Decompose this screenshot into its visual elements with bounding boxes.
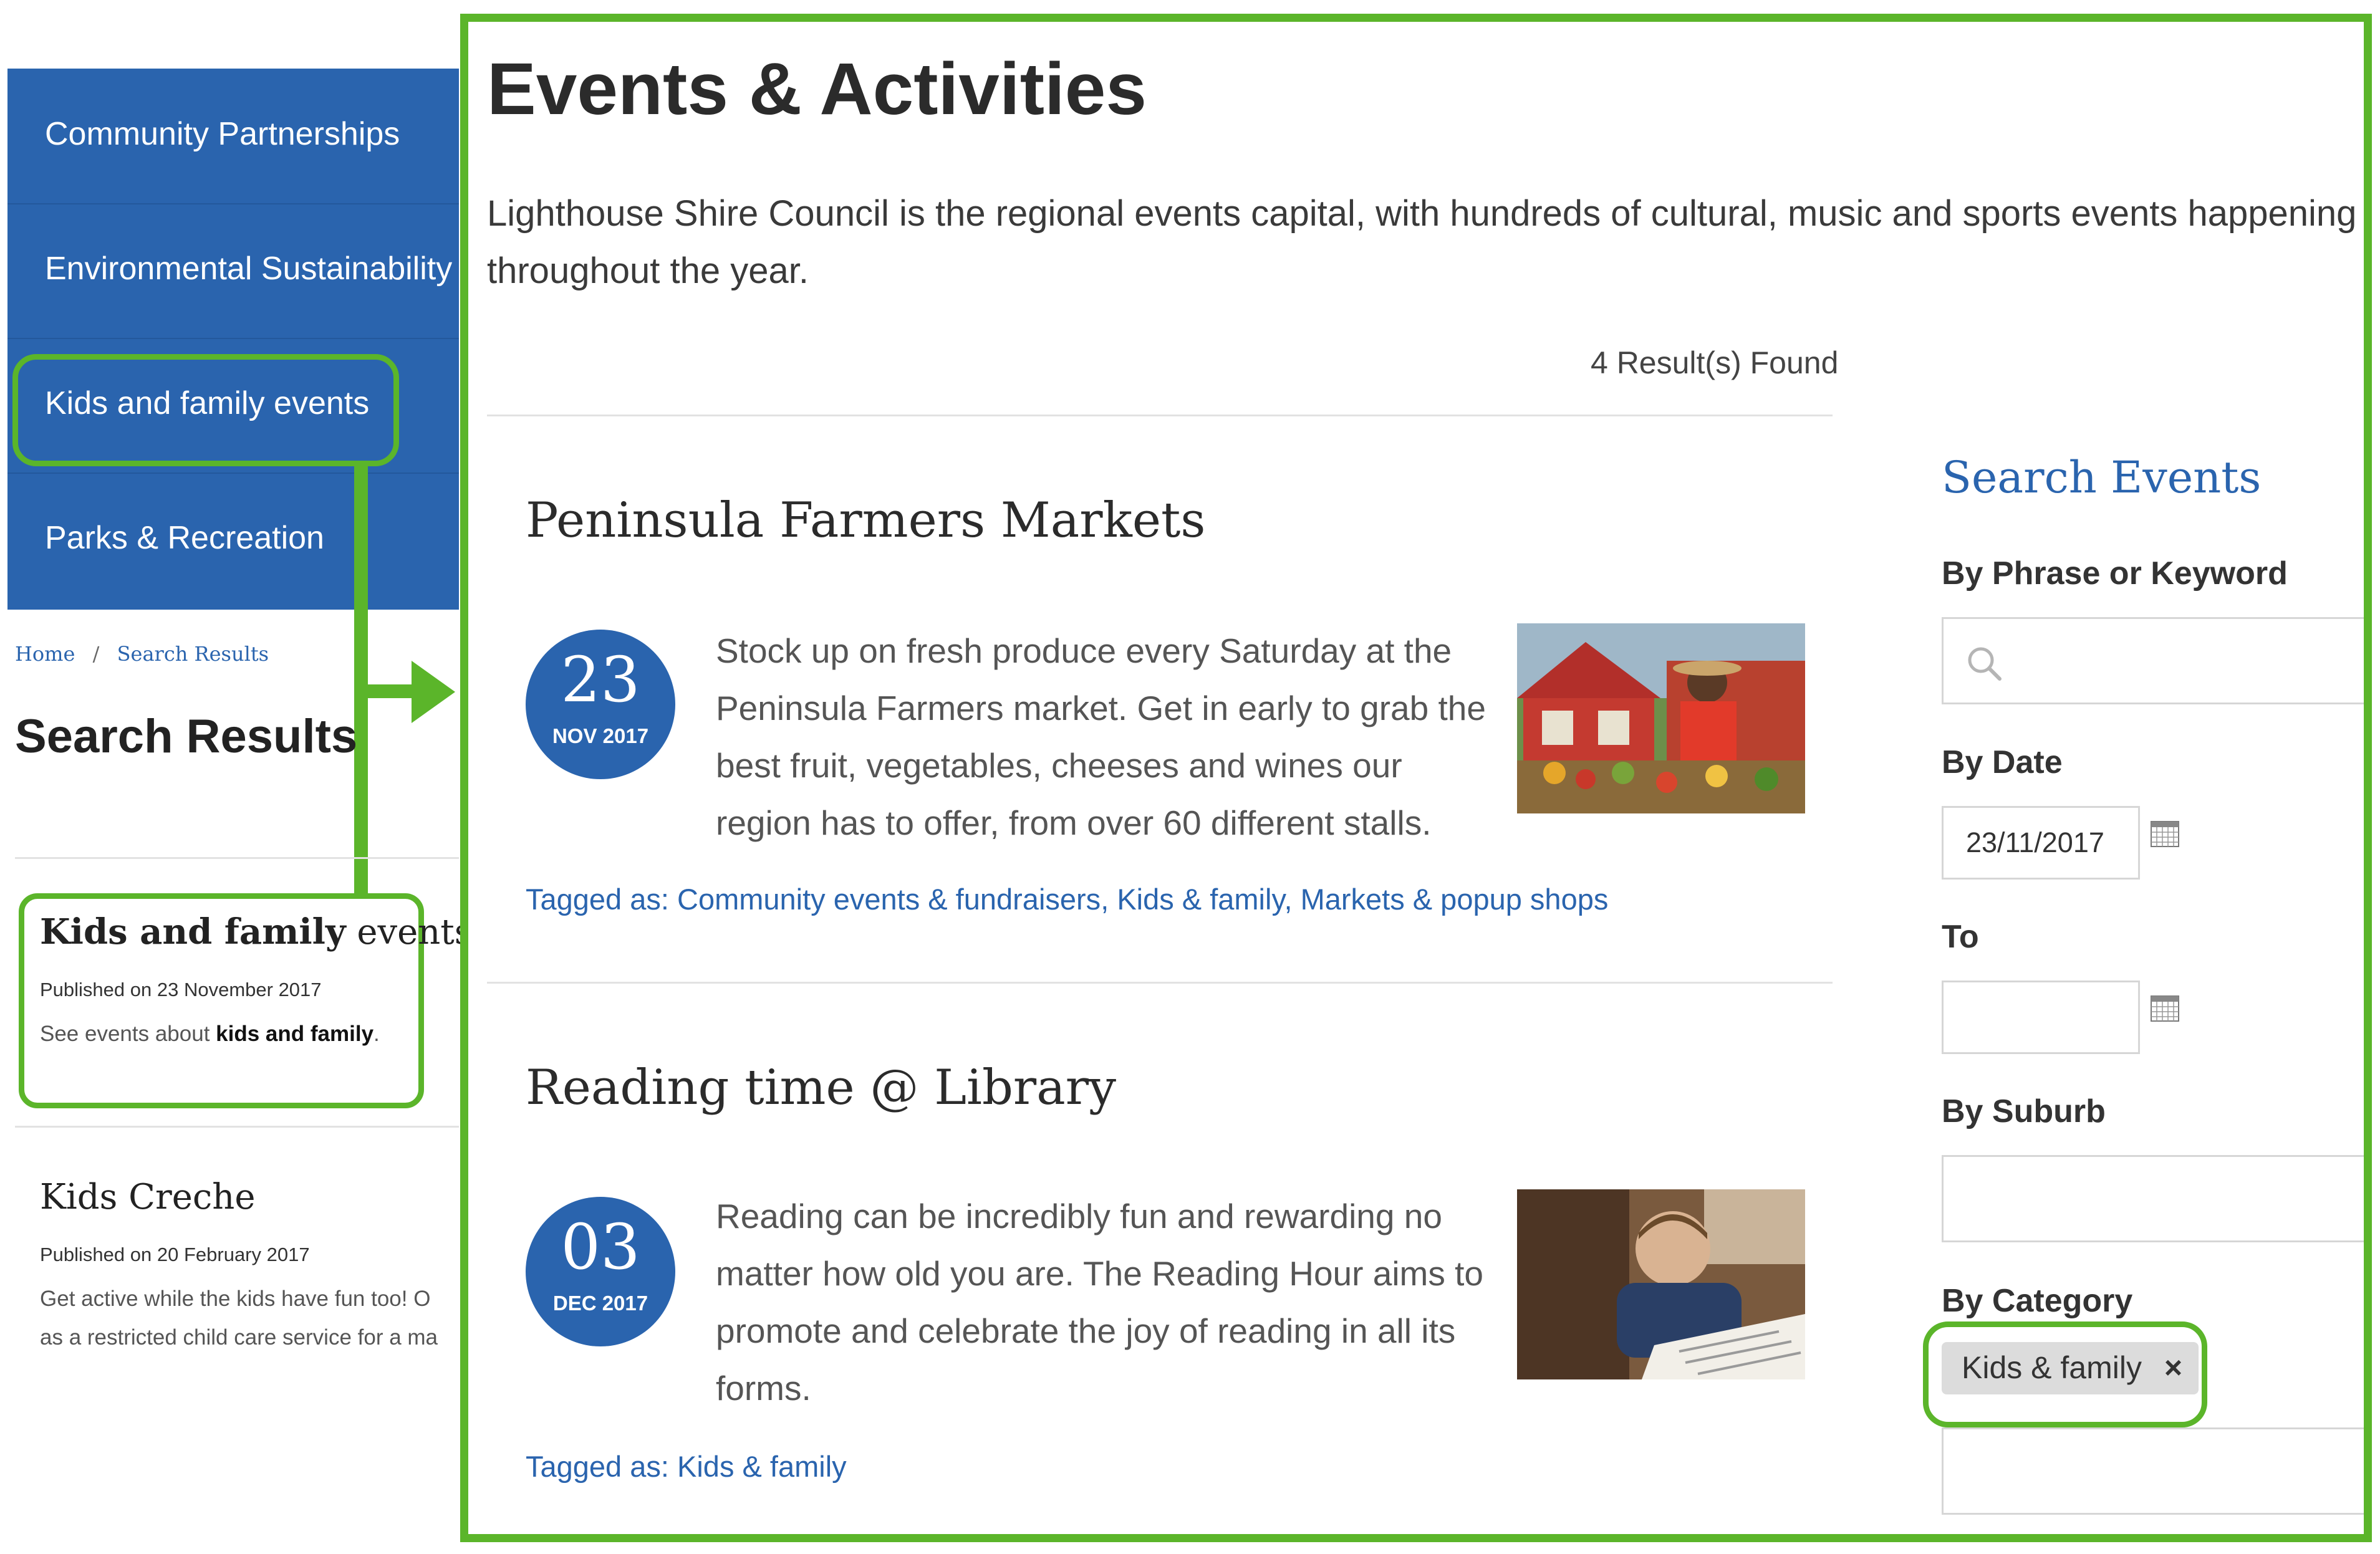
highlight-connector (354, 466, 368, 896)
search-result-snippet-line: Get active while the kids have fun too! … (40, 1287, 431, 1311)
search-results-title: Search Results (15, 710, 358, 763)
tag-link[interactable]: Kids & family (1117, 883, 1284, 916)
divider (15, 857, 459, 859)
event-description-line: matter how old you are. The Reading Hour… (716, 1254, 1484, 1293)
event-image-reading-child[interactable] (1517, 1189, 1805, 1379)
sidebar-item-label: Parks & Recreation (45, 520, 324, 556)
snippet-text: See events about (40, 1022, 210, 1046)
search-result-item[interactable]: Kids Creche Published on 20 February 201… (40, 1177, 459, 1357)
page-title: Events & Activities (487, 48, 1147, 130)
sidebar-item-parks-recreation[interactable]: Parks & Recreation (7, 472, 459, 607)
event-description: Reading can be incredibly fun and reward… (716, 1187, 1483, 1417)
highlight-category-chip (1923, 1321, 2207, 1427)
search-result-title-rest: events (357, 912, 473, 952)
sidebar-item-label: Environmental Sustainability (45, 251, 453, 287)
tag-link[interactable]: Markets & popup shops (1301, 883, 1609, 916)
event-title[interactable]: Peninsula Farmers Markets (526, 492, 1205, 549)
category-label: By Category (1942, 1283, 2133, 1319)
event-description: Stock up on fresh produce every Saturday… (716, 622, 1486, 851)
arrow-right-icon (412, 661, 455, 723)
breadcrumb-separator: / (92, 642, 100, 666)
sidebar-nav: Community Partnerships Environmental Sus… (7, 69, 459, 610)
keyword-label: By Phrase or Keyword (1942, 555, 2288, 592)
suburb-label: By Suburb (1942, 1093, 2106, 1130)
event-description-line: region has to offer, from over 60 differ… (716, 803, 1432, 842)
tag-separator: , (1284, 883, 1293, 916)
results-count: 4 Result(s) Found (1591, 345, 1839, 380)
snippet-suffix: . (373, 1022, 380, 1046)
to-label: To (1942, 919, 1979, 955)
event-tags-label: Tagged as: (526, 1450, 669, 1483)
event-date-badge: 23 NOV 2017 (526, 630, 675, 779)
breadcrumb-current[interactable]: Search Results (117, 642, 269, 666)
keyword-input[interactable] (1942, 617, 2364, 704)
date-from-input[interactable]: 23/11/2017 (1942, 806, 2140, 880)
divider (15, 1126, 459, 1128)
search-result-title[interactable]: Kids and family events (40, 911, 473, 952)
divider (487, 415, 1833, 416)
event-description-line: Stock up on fresh produce every Saturday… (716, 631, 1452, 670)
event-description-line: Reading can be incredibly fun and reward… (716, 1197, 1442, 1235)
tag-link[interactable]: Community events & fundraisers (677, 883, 1101, 916)
date-label: By Date (1942, 744, 2063, 780)
date-to-input[interactable] (1942, 981, 2140, 1054)
sidebar-item-community-partnerships[interactable]: Community Partnerships (7, 69, 459, 204)
breadcrumb-home[interactable]: Home (15, 642, 75, 666)
event-date-day: 03 (561, 1211, 640, 1283)
calendar-icon[interactable] (2151, 821, 2179, 847)
event-description-line: best fruit, vegetables, cheeses and wine… (716, 746, 1402, 785)
search-result-title-bold: Kids and family (40, 911, 346, 952)
divider (487, 982, 1833, 984)
breadcrumb: Home / Search Results (15, 642, 280, 666)
search-events-title: Search Events (1942, 452, 2262, 503)
suburb-input[interactable] (1942, 1155, 2364, 1242)
snippet-highlight: kids and family (216, 1022, 374, 1046)
search-result-title[interactable]: Kids Creche (40, 1177, 459, 1217)
event-tags: Tagged as: Community events & fundraiser… (526, 882, 1608, 916)
event-date-day: 23 (561, 643, 640, 716)
category-input[interactable] (1942, 1427, 2364, 1515)
event-tags: Tagged as: Kids & family (526, 1449, 847, 1484)
event-date-badge: 03 DEC 2017 (526, 1197, 675, 1346)
sidebar-item-label: Community Partnerships (45, 116, 400, 152)
highlight-sidebar-item (12, 354, 399, 466)
event-tags-label: Tagged as: (526, 883, 669, 916)
search-result-snippet-line: as a restricted child care service for a… (40, 1325, 438, 1350)
search-result-published: Published on 23 November 2017 (40, 979, 322, 1000)
tag-separator: , (1101, 883, 1109, 916)
event-description-line: promote and celebrate the joy of reading… (716, 1312, 1456, 1350)
page-intro: Lighthouse Shire Council is the regional… (487, 193, 2357, 291)
event-description-line: forms. (716, 1369, 811, 1408)
calendar-icon[interactable] (2151, 995, 2179, 1022)
search-result-published: Published on 20 February 2017 (40, 1244, 310, 1265)
tag-link[interactable]: Kids & family (677, 1450, 847, 1483)
event-date-month: DEC 2017 (552, 1292, 648, 1315)
event-image-farmers-market[interactable] (1517, 623, 1805, 813)
event-date-month: NOV 2017 (552, 724, 649, 747)
events-panel: Events & Activities Lighthouse Shire Cou… (460, 14, 2372, 1542)
search-result-item[interactable]: Kids and family events Published on 23 N… (40, 911, 473, 1053)
event-description-line: Peninsula Farmers market. Get in early t… (716, 689, 1486, 727)
sidebar-item-environmental-sustainability[interactable]: Environmental Sustainability (7, 203, 459, 339)
search-icon (1968, 647, 2002, 681)
event-title[interactable]: Reading time @ Library (526, 1060, 1116, 1116)
search-result-snippet: See events about kids and family. (40, 1015, 473, 1053)
